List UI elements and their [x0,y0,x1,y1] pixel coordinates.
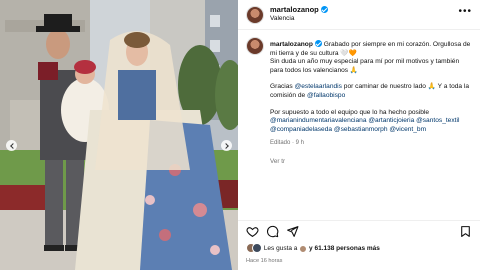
comment-icon[interactable] [266,225,279,238]
likes-text-b[interactable]: y 61.138 personas más [309,245,380,252]
post-age[interactable]: Hace 16 horas [246,258,282,264]
post-actions [238,220,480,240]
likes-text-a: Les gusta a [263,245,298,252]
post-photo[interactable] [0,0,238,270]
verified-badge-icon [314,40,322,47]
post-caption: martalozanop Grabado por siempre en mi c… [270,40,474,142]
bookmark-icon[interactable] [459,225,472,238]
username-text[interactable]: martalozanop [270,5,319,14]
heart-icon[interactable] [246,225,259,238]
edited-timestamp: Editado · 9 h [270,140,305,146]
verified-badge-icon [320,6,328,13]
caption-text-3: Por supuesto a todo el equipo que lo ha … [270,108,430,116]
likes-summary[interactable]: Les gusta a y 61.138 personas más [246,243,380,255]
header-username[interactable]: martalozanop [270,5,328,14]
post-header: martalozanop Valencia ••• [238,0,480,30]
more-horizontal-icon[interactable]: ••• [458,6,472,17]
liker-avatar [299,245,308,253]
liker-avatar [252,243,262,253]
send-icon[interactable] [286,225,299,238]
mention-links[interactable]: @marianindumentariavalenciana @artanticj… [270,117,459,133]
post-modal: martalozanop Valencia ••• martalozanop G… [0,0,480,270]
caption-avatar[interactable] [246,37,264,55]
location[interactable]: Valencia [270,15,294,22]
caption-username[interactable]: martalozanop [270,41,313,48]
caption-paragraph-2: Gracias @estelaarlandis por caminar de n… [270,83,474,100]
see-translation-link[interactable]: Ver tr [270,158,285,165]
caption-text-2a: Gracias [270,83,293,91]
avatar[interactable] [246,6,264,24]
mention-link[interactable]: @estelaarlandis [295,83,342,90]
prev-image-button[interactable] [6,140,17,151]
mention-link[interactable]: @fallaobispo [307,92,345,99]
next-image-button[interactable] [221,140,232,151]
caption-text-1b: Sin duda un año muy especial para mí por… [270,58,460,74]
caption-paragraph-1: martalozanop Grabado por siempre en mi c… [270,40,474,75]
photo-illustration [0,0,238,270]
post-panel: martalozanop Valencia ••• martalozanop G… [238,0,480,270]
caption-paragraph-3: Por supuesto a todo el equipo que lo ha … [270,109,474,135]
